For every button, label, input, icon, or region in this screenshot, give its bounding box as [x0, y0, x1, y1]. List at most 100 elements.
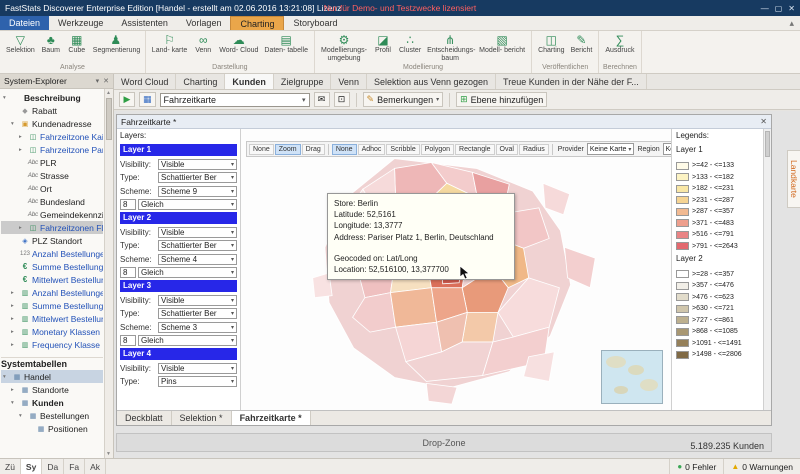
pin-icon[interactable]: ▾: [96, 77, 100, 85]
scrollbar-thumb[interactable]: [765, 131, 770, 157]
tree-item[interactable]: ▸ ▥ Mittelwert Bestellung: [1, 312, 103, 325]
close-panel-icon[interactable]: ✕: [103, 77, 109, 85]
document-tab[interactable]: Kunden: [225, 74, 274, 89]
tree-item[interactable]: ▦ Positionen: [1, 422, 103, 435]
expand-arrow-icon[interactable]: ▾: [19, 413, 26, 419]
expand-arrow-icon[interactable]: ▸: [19, 134, 26, 140]
menu-tab[interactable]: Werkzeuge: [49, 16, 112, 30]
run-button[interactable]: ▶: [119, 92, 135, 107]
expand-arrow-icon[interactable]: ▸: [11, 342, 18, 348]
scheme-select[interactable]: Scheme 4: [158, 254, 237, 265]
modellbericht-button[interactable]: ▧ Modell- bericht: [476, 33, 528, 55]
scheme-select[interactable]: Scheme 9: [158, 186, 237, 197]
map-canvas[interactable]: NoneZoomDrag NoneAdhocScribblePolygonRec…: [241, 129, 671, 410]
bericht-button[interactable]: ✎ Bericht: [568, 33, 596, 55]
entscheidungsbaum-button[interactable]: ⋔ Entscheidungs- baum: [424, 33, 476, 62]
type-select[interactable]: Schattierter Ber: [158, 172, 237, 183]
minimize-button[interactable]: —: [761, 4, 769, 13]
tree-item[interactable]: ▸ ▥ Frequency Klasse: [1, 338, 103, 351]
type-select[interactable]: Schattierter Ber: [158, 240, 237, 251]
tree-item[interactable]: ◈ PLZ Standort: [1, 234, 103, 247]
expand-arrow-icon[interactable]: ▸: [11, 316, 18, 322]
document-tab[interactable]: Charting: [176, 74, 225, 89]
menu-tab[interactable]: Charting: [230, 16, 284, 30]
map-window-tab[interactable]: Deckblatt: [117, 411, 172, 425]
method-select[interactable]: Gleich: [138, 199, 237, 210]
tree-item[interactable]: ▸ ▥ Summe Bestellungen: [1, 299, 103, 312]
visibility-select[interactable]: Visible: [158, 227, 237, 238]
overview-minimap[interactable]: [601, 350, 663, 404]
expand-arrow-icon[interactable]: ▾: [3, 95, 10, 101]
statusbar-tab[interactable]: Ak: [85, 459, 106, 474]
classes-input[interactable]: 8: [120, 335, 136, 346]
document-select[interactable]: Fahrzeitkarte: [160, 93, 310, 107]
visibility-select[interactable]: Visible: [158, 295, 237, 306]
map-window-tab[interactable]: Selektion *: [172, 411, 232, 425]
scrollbar-thumb[interactable]: [106, 98, 112, 140]
notes-button[interactable]: ✎ Bemerkungen ▾: [363, 92, 444, 107]
draw-mode-button[interactable]: None: [332, 144, 357, 155]
document-tab[interactable]: Selektion aus Venn gezogen: [367, 74, 496, 89]
document-tab[interactable]: Venn: [331, 74, 367, 89]
expand-arrow-icon[interactable]: ▸: [11, 329, 18, 335]
segmentierung-button[interactable]: ♟ Segmentierung: [90, 33, 142, 55]
menu-tab[interactable]: Dateien: [0, 16, 49, 30]
cube-button[interactable]: ▦ Cube: [64, 33, 90, 55]
tree-item[interactable]: € Summe Bestellungen: [1, 260, 103, 273]
draw-mode-button[interactable]: Scribble: [386, 144, 419, 155]
visibility-select[interactable]: Visible: [158, 363, 237, 374]
draw-mode-button[interactable]: Oval: [496, 144, 518, 155]
nav-mode-button[interactable]: None: [249, 144, 274, 155]
close-button[interactable]: ✕: [788, 4, 795, 13]
maximize-button[interactable]: ▢: [775, 4, 783, 13]
export-button[interactable]: ✉: [314, 92, 330, 107]
draw-mode-button[interactable]: Rectangle: [455, 144, 495, 155]
draw-mode-button[interactable]: Polygon: [421, 144, 454, 155]
tree-item[interactable]: Abc Strasse: [1, 169, 103, 182]
tree-item[interactable]: Abc Gemeindekennziff: [1, 208, 103, 221]
expand-arrow-icon[interactable]: ▸: [19, 225, 26, 231]
expand-arrow-icon[interactable]: ▸: [11, 303, 18, 309]
legends-scrollbar[interactable]: [763, 129, 771, 410]
expand-arrow-icon[interactable]: ▸: [11, 290, 18, 296]
tree-item[interactable]: € Mittelwert Bestellung: [1, 273, 103, 286]
provider-select[interactable]: Keine Karte: [587, 143, 635, 155]
nav-mode-button[interactable]: Drag: [302, 144, 325, 155]
tree-item[interactable]: ▸ ◫ Fahrzeitzone Pari: [1, 143, 103, 156]
statusbar-tab[interactable]: Fa: [64, 459, 85, 474]
tree-item[interactable]: ▾ ▣ Kundenadresse: [1, 117, 103, 130]
classes-input[interactable]: 8: [120, 267, 136, 278]
layer-header[interactable]: Layer 2: [120, 212, 237, 224]
tree-item[interactable]: ▾ Beschreibung: [1, 91, 103, 104]
document-tab[interactable]: Word Cloud: [114, 74, 176, 89]
charting-button[interactable]: ◫ Charting: [535, 33, 567, 55]
method-select[interactable]: Gleich: [138, 267, 237, 278]
nav-mode-button[interactable]: Zoom: [275, 144, 301, 155]
draw-mode-button[interactable]: Adhoc: [358, 144, 386, 155]
tree-item[interactable]: ◆ Rabatt: [1, 104, 103, 117]
baum-button[interactable]: ♣ Baum: [38, 33, 64, 55]
venn-button[interactable]: ∞ Venn: [190, 33, 216, 55]
tree-item[interactable]: ▾ ▦ Bestellungen: [1, 409, 103, 422]
tree-item[interactable]: ▸ ▥ Anzahl Bestellungen: [1, 286, 103, 299]
tree-item[interactable]: ▾ ▦ Kunden: [1, 396, 103, 409]
layer-header[interactable]: Layer 3: [120, 280, 237, 292]
expand-arrow-icon[interactable]: ▾: [3, 374, 10, 380]
expand-arrow-icon[interactable]: ▸: [19, 147, 26, 153]
type-select[interactable]: Schattierter Ber: [158, 308, 237, 319]
expand-arrow-icon[interactable]: ▾: [11, 121, 18, 127]
layer-header[interactable]: Layer 1: [120, 144, 237, 156]
chart-type-button[interactable]: ▦: [139, 92, 156, 107]
cluster-button[interactable]: ∴ Cluster: [396, 33, 424, 55]
modellierungsumgebung-button[interactable]: ⚙ Modellierungs- umgebung: [318, 33, 370, 62]
tree-item[interactable]: ▸ ◫ Fahrzeitzone Kais: [1, 130, 103, 143]
datentabelle-button[interactable]: ▤ Daten- tabelle: [261, 33, 311, 55]
document-tab[interactable]: Zielgruppe: [274, 74, 332, 89]
tree-item[interactable]: ▸ ▥ Monetary Klassen: [1, 325, 103, 338]
expand-arrow-icon[interactable]: ▾: [11, 400, 18, 406]
ausdruck-button[interactable]: ∑ Ausdruck: [602, 33, 637, 55]
classes-input[interactable]: 8: [120, 199, 136, 210]
collapse-ribbon-icon[interactable]: ▴: [783, 16, 800, 30]
scheme-select[interactable]: Scheme 3: [158, 322, 237, 333]
snapshot-button[interactable]: ⊡: [334, 92, 350, 107]
